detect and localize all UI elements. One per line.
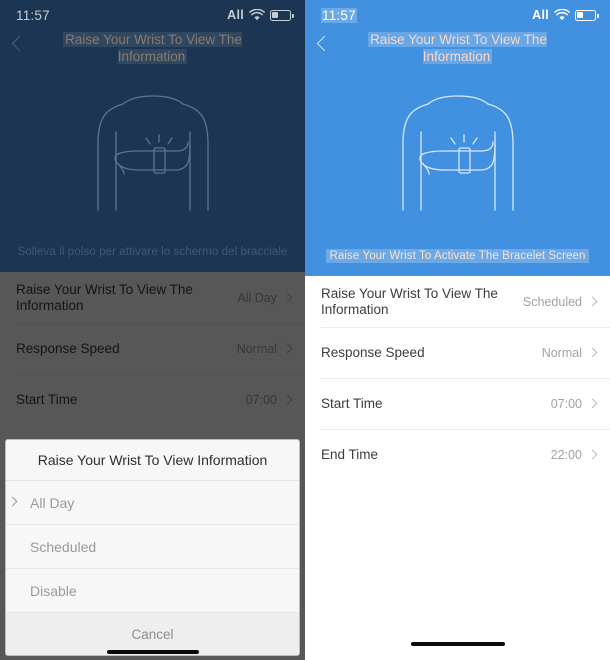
row-raise-wrist[interactable]: Raise Your Wrist To View The Information…	[305, 276, 610, 327]
row-value-group: Normal	[541, 345, 598, 360]
cancel-button[interactable]: Cancel	[6, 613, 299, 655]
left-settings-list: Raise Your Wrist To View The Information…	[0, 272, 305, 425]
row-start-time[interactable]: Start Time 07:00	[0, 374, 305, 425]
row-value: 22:00	[550, 447, 582, 462]
row-value-group: Scheduled	[522, 294, 598, 309]
row-value-group: 07:00	[550, 396, 598, 411]
action-sheet-option-disable[interactable]: Disable	[6, 569, 299, 613]
selected-chevron-icon	[7, 496, 18, 507]
left-navbar: Raise Your Wrist To View The Information	[0, 30, 305, 74]
row-value: 07:00	[550, 396, 582, 411]
wifi-icon	[249, 9, 265, 21]
dual-screenshot-container: 11:57 All Raise Your Wrist To View The I…	[0, 0, 610, 660]
chevron-right-icon	[282, 292, 293, 303]
chevron-right-icon	[282, 343, 293, 354]
raise-wrist-illustration	[305, 92, 610, 217]
hero-caption: Solleva il polso per attivare lo schermo…	[17, 246, 288, 258]
action-sheet-option-all-day[interactable]: All Day	[6, 481, 299, 525]
row-response-speed[interactable]: Response Speed Normal	[305, 327, 610, 378]
row-response-speed[interactable]: Response Speed Normal	[0, 323, 305, 374]
chevron-right-icon	[587, 347, 598, 358]
row-label: Start Time	[321, 395, 383, 411]
hero-caption: Raise Your Wrist To Activate The Bracele…	[305, 249, 610, 263]
back-chevron-icon[interactable]	[11, 35, 28, 52]
row-start-time[interactable]: Start Time 07:00	[305, 378, 610, 429]
option-label: Disable	[30, 582, 77, 599]
carrier-label: All	[227, 8, 244, 22]
raise-wrist-illustration	[0, 92, 305, 217]
option-label: Scheduled	[30, 538, 97, 555]
action-sheet-option-scheduled[interactable]: Scheduled	[6, 525, 299, 569]
row-label: Start Time	[16, 391, 78, 407]
row-value: 07:00	[245, 392, 277, 407]
right-phone-screen: 11:57 All Raise Your Wrist To View The I…	[305, 0, 610, 660]
status-clock: 11:57	[16, 7, 50, 23]
chevron-right-icon	[587, 296, 598, 307]
wifi-icon	[554, 9, 570, 21]
page-title: Raise Your Wrist To View The Information	[368, 32, 547, 64]
action-sheet-title: Raise Your Wrist To View Information	[6, 440, 299, 481]
row-value: Scheduled	[522, 294, 582, 309]
row-value: All Day	[237, 290, 277, 305]
action-sheet: Raise Your Wrist To View Information All…	[5, 439, 300, 656]
chevron-right-icon	[282, 394, 293, 405]
row-value-group: All Day	[237, 290, 293, 305]
left-hero-section: 11:57 All Raise Your Wrist To View The I…	[0, 0, 305, 272]
left-phone-screen: 11:57 All Raise Your Wrist To View The I…	[0, 0, 305, 660]
battery-icon	[270, 9, 294, 21]
back-chevron-icon[interactable]	[316, 35, 333, 52]
home-indicator	[410, 642, 505, 646]
row-label: Raise Your Wrist To View The Information	[321, 285, 498, 317]
status-indicators: All	[227, 8, 294, 22]
row-label: Raise Your Wrist To View The Information	[16, 281, 193, 313]
row-label: Response Speed	[321, 344, 425, 360]
row-value-group: 07:00	[245, 392, 293, 407]
row-raise-wrist[interactable]: Raise Your Wrist To View The Information…	[0, 272, 305, 323]
row-label: End Time	[321, 446, 379, 462]
battery-icon	[575, 9, 599, 21]
left-status-bar: 11:57 All	[0, 0, 305, 30]
right-hero-section: 11:57 All Raise Your Wrist To View The I…	[305, 0, 610, 276]
option-label: All Day	[30, 494, 75, 511]
right-settings-list: Raise Your Wrist To View The Information…	[305, 276, 610, 480]
right-status-bar: 11:57 All	[305, 0, 610, 30]
right-navbar: Raise Your Wrist To View The Information	[305, 30, 610, 74]
carrier-label: All	[532, 8, 549, 22]
chevron-right-icon	[587, 449, 598, 460]
row-label: Response Speed	[16, 340, 120, 356]
status-clock: 11:57	[321, 7, 357, 23]
status-indicators: All	[532, 8, 599, 22]
row-end-time[interactable]: End Time 22:00	[305, 429, 610, 480]
row-value: Normal	[541, 345, 582, 360]
row-value-group: 22:00	[550, 447, 598, 462]
chevron-right-icon	[587, 398, 598, 409]
page-title: Raise Your Wrist To View The Information	[63, 32, 242, 64]
home-indicator	[106, 650, 199, 654]
row-value: Normal	[236, 341, 277, 356]
row-value-group: Normal	[236, 341, 293, 356]
